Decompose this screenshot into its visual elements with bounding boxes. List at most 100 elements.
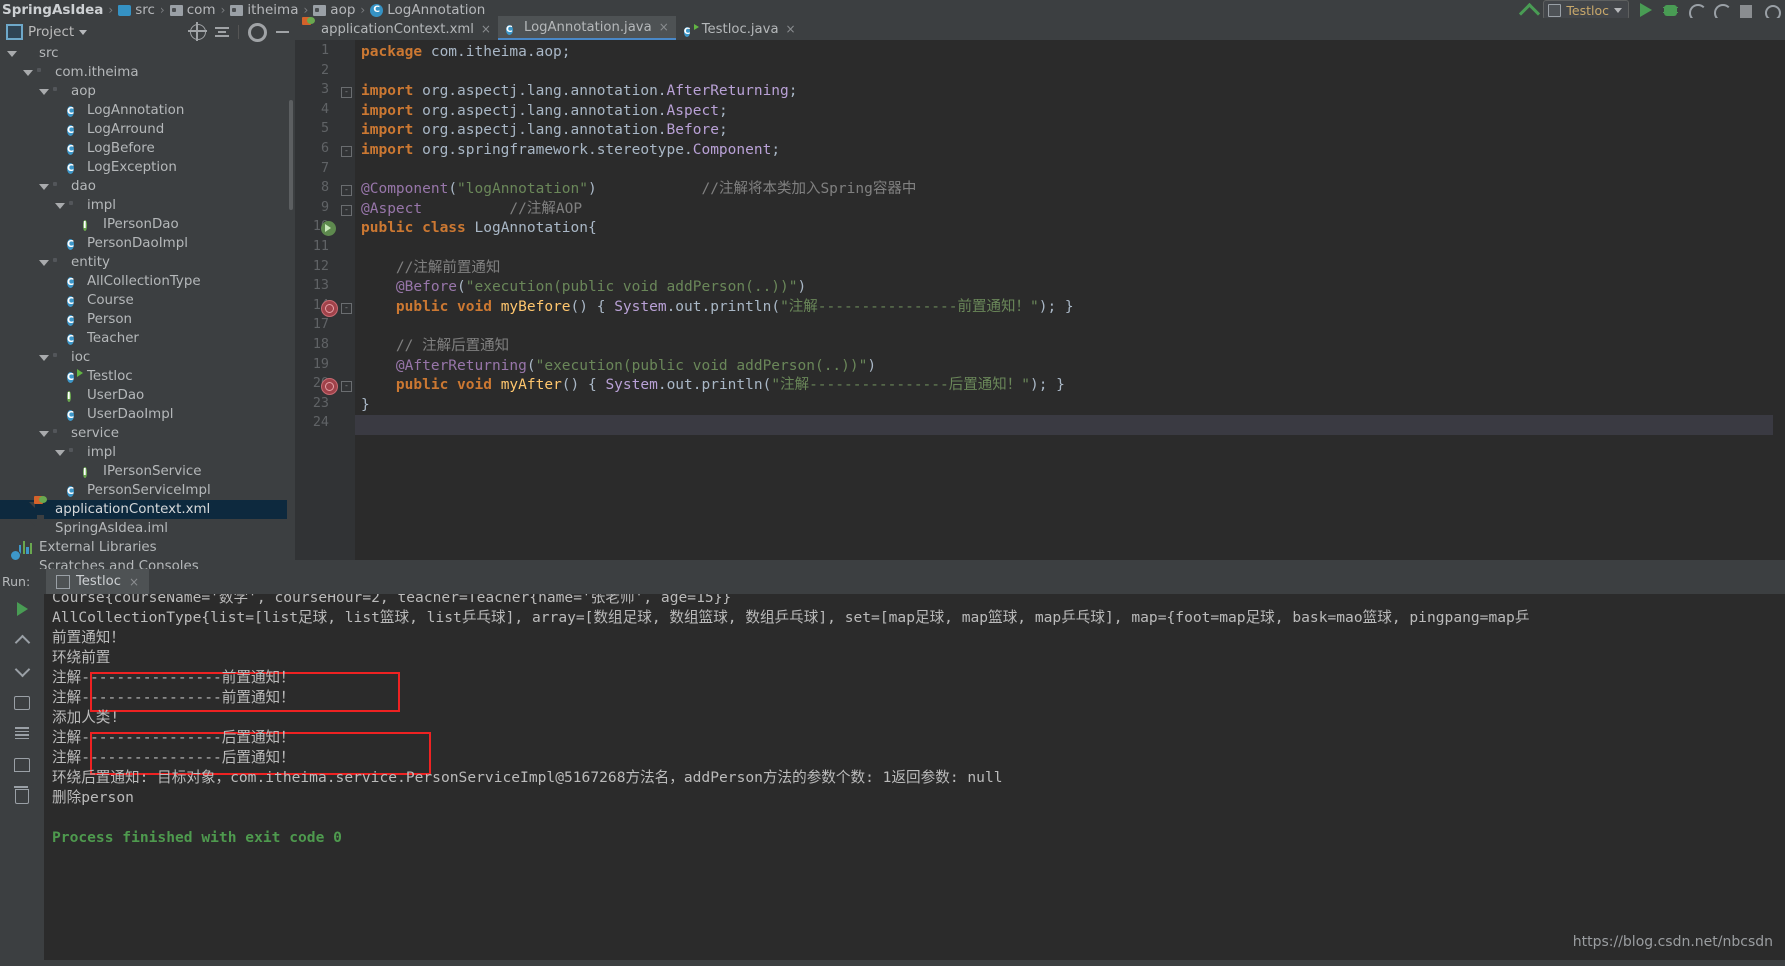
fold-marker-icon[interactable]: - — [341, 302, 352, 314]
breadcrumb[interactable]: SpringAsIdea › src › com › itheima › aop › C LogAnn… — [0, 0, 485, 20]
profile-icon[interactable] — [1712, 2, 1732, 22]
debug-icon[interactable] — [1662, 2, 1679, 19]
editor-tab-testloc-java[interactable]: C Testloc.java × — [676, 18, 803, 40]
locate-icon[interactable] — [188, 22, 207, 41]
chevron-down-icon[interactable] — [38, 257, 49, 268]
scroll-to-end-icon[interactable] — [13, 724, 31, 742]
close-icon[interactable]: × — [786, 22, 796, 36]
code-token: ) — [797, 279, 807, 296]
editor-tab-bar[interactable]: applicationContext.xml × C LogAnnotation.ja… — [295, 16, 1785, 40]
console-output[interactable]: https://blog.csdn.net/nbcsdn Course{cour… — [44, 594, 1785, 960]
tree-item-entity[interactable]: entity — [0, 253, 287, 272]
breakpoint-icon[interactable] — [321, 299, 338, 317]
console-line: Course{courseName='数学', courseHour=2, te… — [52, 594, 732, 606]
run-tab-testloc[interactable]: Testloc × — [46, 569, 150, 594]
tree-item-external-libraries[interactable]: External Libraries — [0, 538, 287, 557]
chevron-down-icon[interactable] — [54, 447, 65, 458]
runnable-java-icon: C — [683, 26, 691, 37]
breadcrumb-item-aop[interactable]: aop — [313, 2, 355, 18]
project-panel-title[interactable]: Project — [0, 24, 88, 40]
tree-item-userdaoimpl[interactable]: C UserDaoImpl — [0, 405, 287, 424]
stop-icon[interactable] — [1737, 2, 1754, 19]
chevron-down-icon[interactable] — [38, 86, 49, 97]
chevron-down-icon[interactable] — [54, 200, 65, 211]
breakpoint-icon[interactable] — [321, 378, 338, 396]
tree-item-ioc[interactable]: ioc — [0, 348, 287, 367]
breadcrumb-separator: › — [303, 3, 309, 17]
editor-gutter[interactable]: 123-456-78-9-1011121314-17181920-2324 — [295, 40, 355, 560]
breadcrumb-item-springasidea[interactable]: SpringAsIdea — [2, 2, 103, 18]
iml-icon — [35, 521, 50, 536]
tree-item-person[interactable]: C Person — [0, 310, 287, 329]
tree-item-springasidea-iml[interactable]: SpringAsIdea.iml — [0, 519, 287, 538]
run-configuration-selector[interactable]: Testloc — [1543, 0, 1629, 20]
tree-item-allcollectiontype[interactable]: C AllCollectionType — [0, 272, 287, 291]
editor-code-area[interactable]: package com.itheima.aop; import org.aspec… — [355, 40, 1785, 560]
tree-item-com-itheima[interactable]: com.itheima — [0, 63, 287, 82]
code-editor[interactable]: 123-456-78-9-1011121314-17181920-2324 pa… — [295, 40, 1785, 560]
chevron-down-icon[interactable] — [38, 428, 49, 439]
up-arrow-icon[interactable] — [13, 631, 31, 651]
project-tree[interactable]: src com.itheima aop C LogAnnotation C LogArrou… — [0, 44, 287, 569]
chevron-down-icon[interactable] — [22, 67, 33, 78]
run-with-coverage-icon[interactable] — [1687, 2, 1707, 22]
tree-item-testloc[interactable]: C Testloc — [0, 367, 287, 386]
search-icon[interactable] — [1762, 2, 1781, 21]
tree-item-logexception[interactable]: C LogException — [0, 158, 287, 177]
chevron-down-icon[interactable] — [6, 48, 17, 59]
print-icon[interactable] — [13, 755, 31, 773]
breadcrumb-item-src[interactable]: src — [118, 2, 155, 18]
trash-icon[interactable] — [13, 786, 31, 804]
tree-item-logannotation[interactable]: C LogAnnotation — [0, 101, 287, 120]
tree-item-userdao[interactable]: I UserDao — [0, 386, 287, 405]
fold-marker-icon[interactable]: - — [341, 146, 352, 157]
tree-item-src[interactable]: src — [0, 44, 287, 63]
breadcrumb-item-logannotation[interactable]: C LogAnnotation — [370, 2, 485, 18]
tree-item-dao[interactable]: dao — [0, 177, 287, 196]
tree-item-ipersonservice[interactable]: I IPersonService — [0, 462, 287, 481]
breadcrumb-item-com[interactable]: com — [169, 2, 216, 18]
fold-marker-icon[interactable]: - — [341, 87, 352, 99]
close-icon[interactable]: × — [129, 575, 139, 589]
breadcrumb-separator: › — [360, 3, 366, 17]
line-number: 19 — [312, 356, 329, 372]
package-icon — [67, 198, 82, 213]
class-icon: C — [67, 296, 74, 307]
fold-marker-icon[interactable]: - — [341, 381, 352, 393]
interface-icon: I — [67, 391, 71, 402]
tree-item-persondaoimpl[interactable]: C PersonDaoImpl — [0, 234, 287, 253]
tree-item-label: SpringAsIdea.iml — [55, 521, 168, 536]
editor-tab-applicationcontext-xml[interactable]: applicationContext.xml × — [295, 16, 498, 40]
collapse-all-icon[interactable] — [215, 25, 229, 39]
editor-vertical-scrollbar[interactable] — [1773, 40, 1785, 560]
chevron-up-icon[interactable] — [1518, 2, 1541, 24]
tree-item-service[interactable]: service — [0, 424, 287, 443]
tree-vertical-scrollbar[interactable] — [289, 100, 293, 210]
tree-item-logbefore[interactable]: C LogBefore — [0, 139, 287, 158]
hide-panel-icon[interactable] — [276, 31, 289, 33]
tree-item-course[interactable]: C Course — [0, 291, 287, 310]
chevron-down-icon[interactable] — [38, 352, 49, 363]
close-icon[interactable]: × — [659, 20, 669, 34]
chevron-down-icon[interactable] — [38, 181, 49, 192]
tree-item-impl[interactable]: impl — [0, 196, 287, 215]
run-icon[interactable] — [1637, 2, 1654, 19]
down-arrow-icon[interactable] — [13, 661, 31, 680]
tree-item-ipersondao[interactable]: I IPersonDao — [0, 215, 287, 234]
line-number: 24 — [312, 415, 329, 431]
tree-item-logarround[interactable]: C LogArround — [0, 120, 287, 139]
close-icon[interactable]: × — [481, 22, 491, 36]
tree-item-teacher[interactable]: C Teacher — [0, 329, 287, 348]
run-gutter-icon[interactable] — [321, 221, 336, 237]
fold-marker-icon[interactable]: - — [341, 185, 352, 197]
soft-wrap-icon[interactable] — [13, 693, 31, 711]
breadcrumb-item-itheima[interactable]: itheima — [230, 2, 298, 18]
tree-item-aop[interactable]: aop — [0, 82, 287, 101]
tree-item-impl[interactable]: impl — [0, 443, 287, 462]
fold-marker-icon[interactable]: - — [341, 204, 352, 216]
tree-item-scratches-and-consoles[interactable]: Scratches and Consoles — [0, 557, 287, 569]
editor-tab-logannotation-java[interactable]: C LogAnnotation.java × — [497, 16, 676, 40]
settings-gear-icon[interactable] — [248, 22, 267, 42]
rerun-icon[interactable] — [13, 600, 31, 618]
